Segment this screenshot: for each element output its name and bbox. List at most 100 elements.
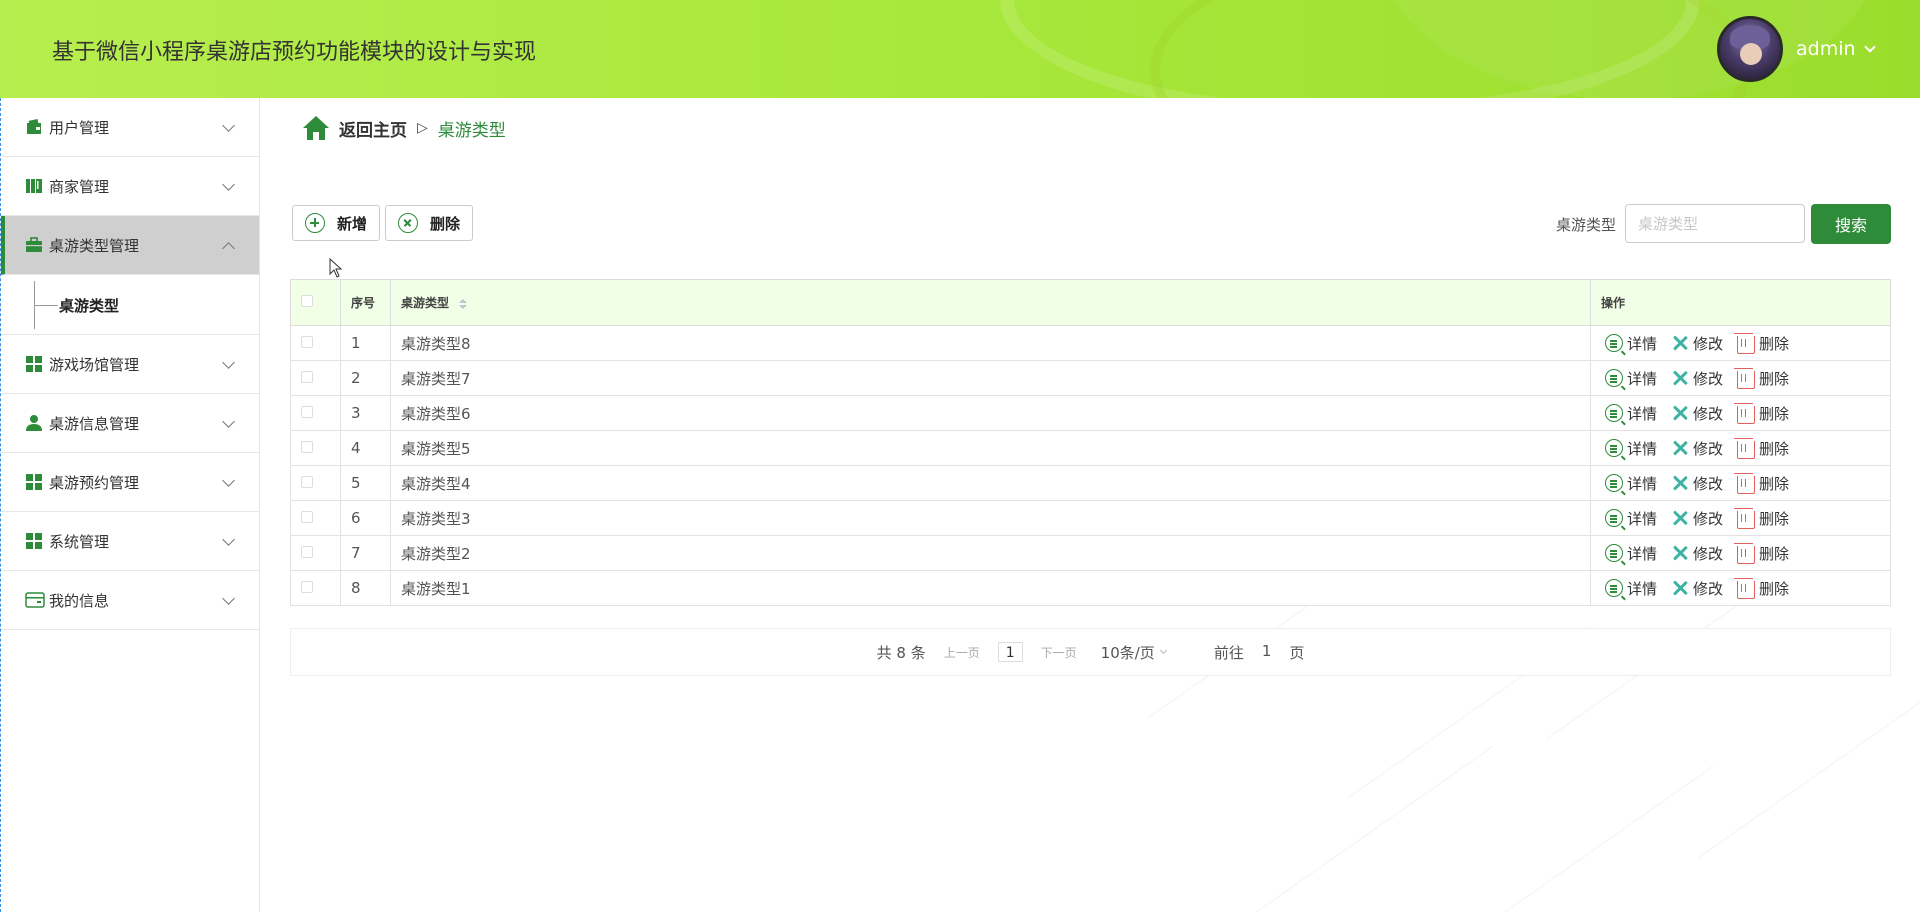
row-checkbox[interactable] bbox=[301, 406, 313, 418]
card-icon bbox=[25, 591, 45, 609]
row-checkbox[interactable] bbox=[301, 371, 313, 383]
delete-row-button[interactable]: 删除 bbox=[1734, 437, 1789, 459]
delete-row-button[interactable]: 删除 bbox=[1734, 332, 1789, 354]
add-button[interactable]: 新增 bbox=[292, 205, 380, 241]
sidebar-item-reservation-management[interactable]: 桌游预约管理 bbox=[1, 453, 259, 512]
detail-button[interactable]: 详情 bbox=[1605, 403, 1657, 424]
detail-icon bbox=[1605, 579, 1623, 597]
edit-button[interactable]: 修改 bbox=[1671, 438, 1723, 459]
goto-page-input[interactable]: 1 bbox=[1262, 642, 1272, 663]
edit-button[interactable]: 修改 bbox=[1671, 333, 1723, 354]
edit-label: 修改 bbox=[1693, 439, 1724, 458]
sidebar-item-label: 系统管理 bbox=[49, 532, 110, 551]
delete-row-button[interactable]: 删除 bbox=[1734, 542, 1790, 564]
row-ops: 详情 修改 删除 bbox=[1590, 430, 1891, 466]
row-checkbox[interactable] bbox=[301, 546, 313, 558]
chevron-down-icon bbox=[222, 533, 235, 546]
avatar[interactable] bbox=[1717, 16, 1783, 82]
table-row[interactable]: 7 桌游类型2 详情 修改 删除 bbox=[290, 535, 1891, 571]
detail-button[interactable]: 详情 bbox=[1605, 508, 1657, 529]
table-row[interactable]: 2 桌游类型7 详情 修改 删除 bbox=[290, 360, 1891, 396]
prev-page-button[interactable]: 上一页 bbox=[944, 644, 980, 661]
delete-label: 删除 bbox=[1759, 544, 1790, 563]
search-button[interactable]: 搜索 bbox=[1811, 204, 1891, 244]
delete-button[interactable]: 删除 bbox=[385, 205, 473, 241]
detail-button[interactable]: 详情 bbox=[1605, 543, 1657, 564]
sidebar-item-merchant-management[interactable]: 商家管理 bbox=[1, 157, 259, 216]
page-size-value: 10条/页 bbox=[1100, 643, 1155, 662]
edit-button[interactable]: 修改 bbox=[1671, 473, 1723, 494]
submenu-game-type[interactable]: 桌游类型 bbox=[1, 275, 259, 335]
edit-button[interactable]: 修改 bbox=[1671, 578, 1723, 599]
sidebar-item-label: 桌游类型管理 bbox=[49, 236, 140, 255]
page-number[interactable]: 1 bbox=[997, 642, 1023, 662]
trash-icon bbox=[1734, 332, 1756, 354]
table-row[interactable]: 1 桌游类型8 详情 修改 删除 bbox=[290, 325, 1891, 361]
close-circle-icon bbox=[398, 213, 418, 233]
detail-label: 详情 bbox=[1627, 404, 1658, 423]
page-size-select[interactable]: 10条/页 bbox=[1100, 642, 1167, 663]
search-input[interactable] bbox=[1625, 204, 1805, 243]
search-label: 桌游类型 bbox=[1556, 216, 1617, 234]
row-checkbox[interactable] bbox=[301, 511, 313, 523]
detail-button[interactable]: 详情 bbox=[1605, 333, 1657, 354]
row-checkbox[interactable] bbox=[301, 441, 313, 453]
edit-button[interactable]: 修改 bbox=[1671, 543, 1723, 564]
table-row[interactable]: 8 桌游类型1 详情 修改 删除 bbox=[290, 570, 1891, 606]
sidebar-item-my-info[interactable]: 我的信息 bbox=[1, 571, 259, 630]
user-menu[interactable]: admin bbox=[1796, 38, 1876, 60]
trash-icon bbox=[1734, 577, 1756, 599]
column-header-type[interactable]: 桌游类型 bbox=[390, 279, 1591, 326]
home-icon[interactable] bbox=[301, 114, 331, 142]
delete-row-button[interactable]: 删除 bbox=[1734, 472, 1789, 494]
chevron-down-icon bbox=[1159, 646, 1167, 655]
table-row[interactable]: 3 桌游类型6 详情 修改 删除 bbox=[290, 395, 1891, 431]
delete-row-button[interactable]: 删除 bbox=[1734, 507, 1789, 529]
edit-button[interactable]: 修改 bbox=[1671, 368, 1723, 389]
next-page-button[interactable]: 下一页 bbox=[1041, 644, 1077, 661]
detail-label: 详情 bbox=[1627, 544, 1658, 563]
detail-button[interactable]: 详情 bbox=[1605, 578, 1657, 599]
delete-row-button[interactable]: 删除 bbox=[1734, 577, 1790, 599]
edit-icon bbox=[1671, 439, 1689, 457]
row-select-cell bbox=[290, 325, 341, 361]
sidebar-item-user-management[interactable]: 用户管理 bbox=[1, 98, 259, 157]
sort-icon[interactable] bbox=[459, 298, 468, 309]
delete-row-button[interactable]: 删除 bbox=[1734, 402, 1790, 424]
edit-label: 修改 bbox=[1693, 334, 1724, 353]
table-row[interactable]: 5 桌游类型4 详情 修改 删除 bbox=[290, 465, 1891, 501]
trash-icon bbox=[1734, 402, 1756, 424]
select-all-checkbox[interactable] bbox=[301, 295, 313, 307]
detail-icon bbox=[1605, 439, 1623, 457]
edit-icon bbox=[1671, 369, 1689, 387]
row-checkbox[interactable] bbox=[301, 581, 313, 593]
row-checkbox[interactable] bbox=[301, 336, 313, 348]
edit-label: 修改 bbox=[1693, 509, 1724, 528]
sidebar-item-game-type-management[interactable]: 桌游类型管理 bbox=[1, 216, 259, 275]
row-index: 8 bbox=[340, 570, 391, 606]
delete-row-button[interactable]: 删除 bbox=[1734, 367, 1789, 389]
chevron-down-icon bbox=[1863, 41, 1876, 53]
detail-icon bbox=[1605, 369, 1623, 387]
edit-icon bbox=[1671, 579, 1689, 597]
top-header: 基于微信小程序桌游店预约功能模块的设计与实现 admin bbox=[0, 0, 1920, 98]
table-row[interactable]: 6 桌游类型3 详情 修改 删除 bbox=[290, 500, 1891, 536]
delete-label: 删除 bbox=[1759, 404, 1790, 423]
row-select-cell bbox=[290, 395, 341, 431]
detail-button[interactable]: 详情 bbox=[1605, 473, 1657, 494]
home-link[interactable]: 返回主页 bbox=[339, 116, 407, 141]
delete-label: 删除 bbox=[1759, 579, 1790, 598]
table-row[interactable]: 4 桌游类型5 详情 修改 删除 bbox=[290, 430, 1891, 466]
edit-button[interactable]: 修改 bbox=[1671, 508, 1723, 529]
avatar-face bbox=[1740, 43, 1762, 65]
row-type: 桌游类型3 bbox=[390, 500, 1591, 536]
sidebar-item-system-management[interactable]: 系统管理 bbox=[1, 512, 259, 571]
sidebar-item-venue-management[interactable]: 游戏场馆管理 bbox=[1, 335, 259, 394]
row-index: 4 bbox=[340, 430, 391, 466]
sidebar-item-game-info-management[interactable]: 桌游信息管理 bbox=[1, 394, 259, 453]
delete-button-label: 删除 bbox=[430, 214, 461, 233]
edit-button[interactable]: 修改 bbox=[1671, 403, 1723, 424]
row-checkbox[interactable] bbox=[301, 476, 313, 488]
detail-button[interactable]: 详情 bbox=[1605, 438, 1657, 459]
detail-button[interactable]: 详情 bbox=[1605, 368, 1657, 389]
